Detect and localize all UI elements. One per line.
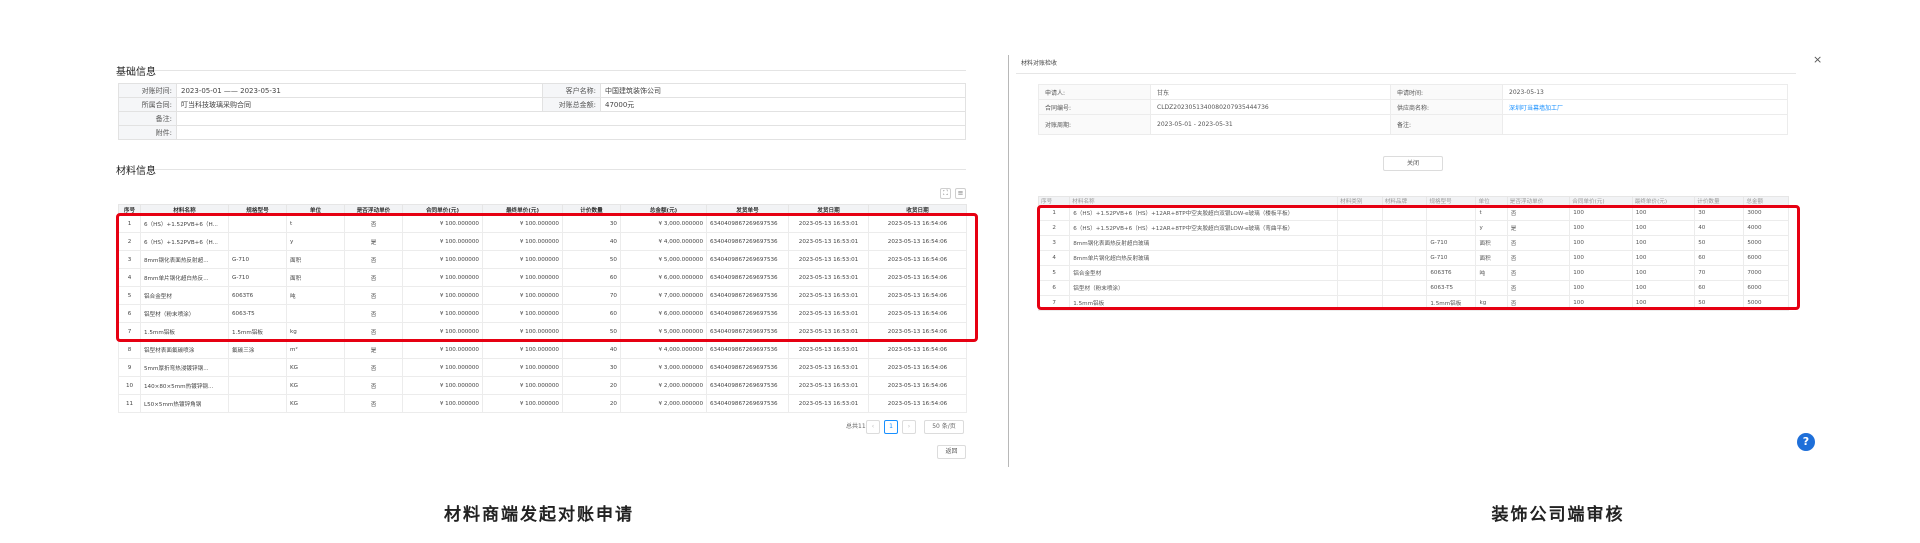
table-cell: 2023-05-13 16:53:01: [788, 358, 869, 377]
table-cell: 20: [562, 394, 621, 413]
contract-no-label: 合同编号:: [1038, 99, 1151, 115]
section-title-material: 材料信息: [116, 166, 156, 177]
fullscreen-icon[interactable]: ⛶: [940, 188, 951, 199]
table-cell: 30: [562, 358, 621, 377]
table-cell: 140×80×5mm热镀锌钢...: [140, 376, 229, 395]
table-cell: ¥ 100.000000: [402, 394, 483, 413]
pager-current-page[interactable]: 1: [884, 420, 898, 434]
contract-value: 叮当科技玻璃采购合同: [176, 97, 543, 112]
period-label: 对账周期:: [1038, 114, 1151, 135]
table-cell: 2023-05-13 16:54:06: [868, 394, 967, 413]
page-size-select[interactable]: 50 条/页: [924, 420, 964, 434]
remark-value: [176, 111, 966, 126]
table-cell: L50×5mm热镀锌角钢: [140, 394, 229, 413]
table-cell: ¥ 4,000.000000: [620, 340, 707, 359]
customer-value: 中国建筑装饰公司: [600, 83, 966, 98]
pager-next-button[interactable]: ›: [902, 420, 916, 434]
table-cell: ¥ 100.000000: [402, 340, 483, 359]
table-cell: ¥ 100.000000: [402, 358, 483, 377]
supplier-link[interactable]: 深圳叮当幕墙加工厂: [1502, 99, 1788, 115]
panel-divider: [1008, 55, 1009, 467]
highlight-box-right: [1037, 205, 1800, 310]
table-cell: 9: [118, 358, 141, 377]
section-divider: [154, 70, 966, 71]
contract-no-value: CLDZ2023051340080207935444736: [1150, 99, 1391, 115]
table-cell: ¥ 100.000000: [482, 394, 563, 413]
table-cell: m²: [286, 340, 345, 359]
close-button[interactable]: 关闭: [1383, 156, 1443, 171]
table-cell: 634040986726969753​6: [706, 340, 789, 359]
total-amount-label: 对账总金额:: [542, 97, 601, 112]
table-cell: KG: [286, 358, 345, 377]
highlight-box-left: [116, 213, 978, 342]
table-cell: 10: [118, 376, 141, 395]
applicant-value: 甘东: [1150, 84, 1391, 100]
dialog-header-divider: [1016, 73, 1796, 74]
apply-time-value: 2023-05-13: [1502, 84, 1788, 100]
table-cell: ¥ 100.000000: [482, 376, 563, 395]
total-amount-value: 47000元: [600, 97, 966, 112]
table-cell: 否: [344, 358, 403, 377]
period-label: 对账时间:: [118, 83, 177, 98]
table-cell: [228, 358, 287, 377]
table-cell: 2023-05-13 16:54:06: [868, 358, 967, 377]
table-cell: ¥ 2,000.000000: [620, 376, 707, 395]
pager-prev-button[interactable]: ‹: [866, 420, 880, 434]
basic-info-table: 对账时间: 2023-05-01 —— 2023-05-31 客户名称: 中国建…: [118, 83, 966, 140]
table-row: 10 140×80×5mm热镀锌钢... KG 否 ¥ 100.000000 ¥ 100.…: [118, 376, 967, 395]
table-cell: 2023-05-13 16:53:01: [788, 340, 869, 359]
dialog-title: 材料对账检收: [1021, 60, 1058, 67]
table-cell: [228, 376, 287, 395]
table-row: 9 5mm厚折弯热浸镀锌钢... KG 否 ¥ 100.000000 ¥ 100.0000…: [118, 358, 967, 377]
remark-value: [1502, 114, 1788, 135]
attachment-value[interactable]: [176, 125, 966, 140]
help-icon[interactable]: ?: [1797, 433, 1815, 451]
remark-label: 备注:: [118, 111, 177, 126]
table-cell: 氟碳三涂: [228, 340, 287, 359]
table-cell: ¥ 100.000000: [482, 340, 563, 359]
table-cell: 11: [118, 394, 141, 413]
attachment-label: 附件:: [118, 125, 177, 140]
table-cell: 8: [118, 340, 141, 359]
contract-label: 所属合同:: [118, 97, 177, 112]
back-button[interactable]: 返回: [937, 445, 966, 459]
review-info-table: 申请人: 甘东 申请时间: 2023-05-13 合同编号: CLDZ20230…: [1038, 84, 1788, 135]
table-cell: KG: [286, 376, 345, 395]
table-cell: 40: [562, 340, 621, 359]
caption-supplier: 材料商端发起对账申请: [444, 505, 634, 525]
table-cell: 20: [562, 376, 621, 395]
table-cell: 5mm厚折弯热浸镀锌钢...: [140, 358, 229, 377]
table-cell: ¥ 100.000000: [482, 358, 563, 377]
table-row: 11 L50×5mm热镀锌角钢 KG 否 ¥ 100.000000 ¥ 100.00000…: [118, 394, 967, 413]
customer-label: 客户名称:: [542, 83, 601, 98]
close-icon[interactable]: ×: [1813, 53, 1822, 66]
table-cell: 否: [344, 376, 403, 395]
table-cell: 634040986726969753​6: [706, 376, 789, 395]
section-divider: [154, 169, 966, 170]
section-title-basic: 基础信息: [116, 67, 156, 78]
table-cell: ¥ 100.000000: [402, 376, 483, 395]
table-cell: 是: [344, 340, 403, 359]
column-settings-icon[interactable]: ≡: [955, 188, 966, 199]
table-cell: 2023-05-13 16:53:01: [788, 376, 869, 395]
period-value: 2023-05-01 - 2023-05-31: [1150, 114, 1391, 135]
table-cell: 2023-05-13 16:54:06: [868, 340, 967, 359]
table-row: 8 铝型材表面氟碳喷涂 氟碳三涂 m² 是 ¥ 100.000000 ¥ 100.00000…: [118, 340, 967, 359]
table-cell: ¥ 2,000.000000: [620, 394, 707, 413]
apply-time-label: 申请时间:: [1390, 84, 1503, 100]
table-cell: 634040986726969753​6: [706, 358, 789, 377]
table-cell: 铝型材表面氟碳喷涂: [140, 340, 229, 359]
table-cell: 634040986726969753​6: [706, 394, 789, 413]
table-cell: [228, 394, 287, 413]
table-cell: KG: [286, 394, 345, 413]
period-value: 2023-05-01 —— 2023-05-31: [176, 83, 543, 98]
remark-label: 备注:: [1390, 114, 1503, 135]
caption-decoration: 装饰公司端审核: [1491, 505, 1625, 525]
table-cell: 否: [344, 394, 403, 413]
table-cell: 2023-05-13 16:53:01: [788, 394, 869, 413]
supplier-label: 供应商名称:: [1390, 99, 1503, 115]
applicant-label: 申请人:: [1038, 84, 1151, 100]
table-cell: ¥ 3,000.000000: [620, 358, 707, 377]
table-cell: 2023-05-13 16:54:06: [868, 376, 967, 395]
